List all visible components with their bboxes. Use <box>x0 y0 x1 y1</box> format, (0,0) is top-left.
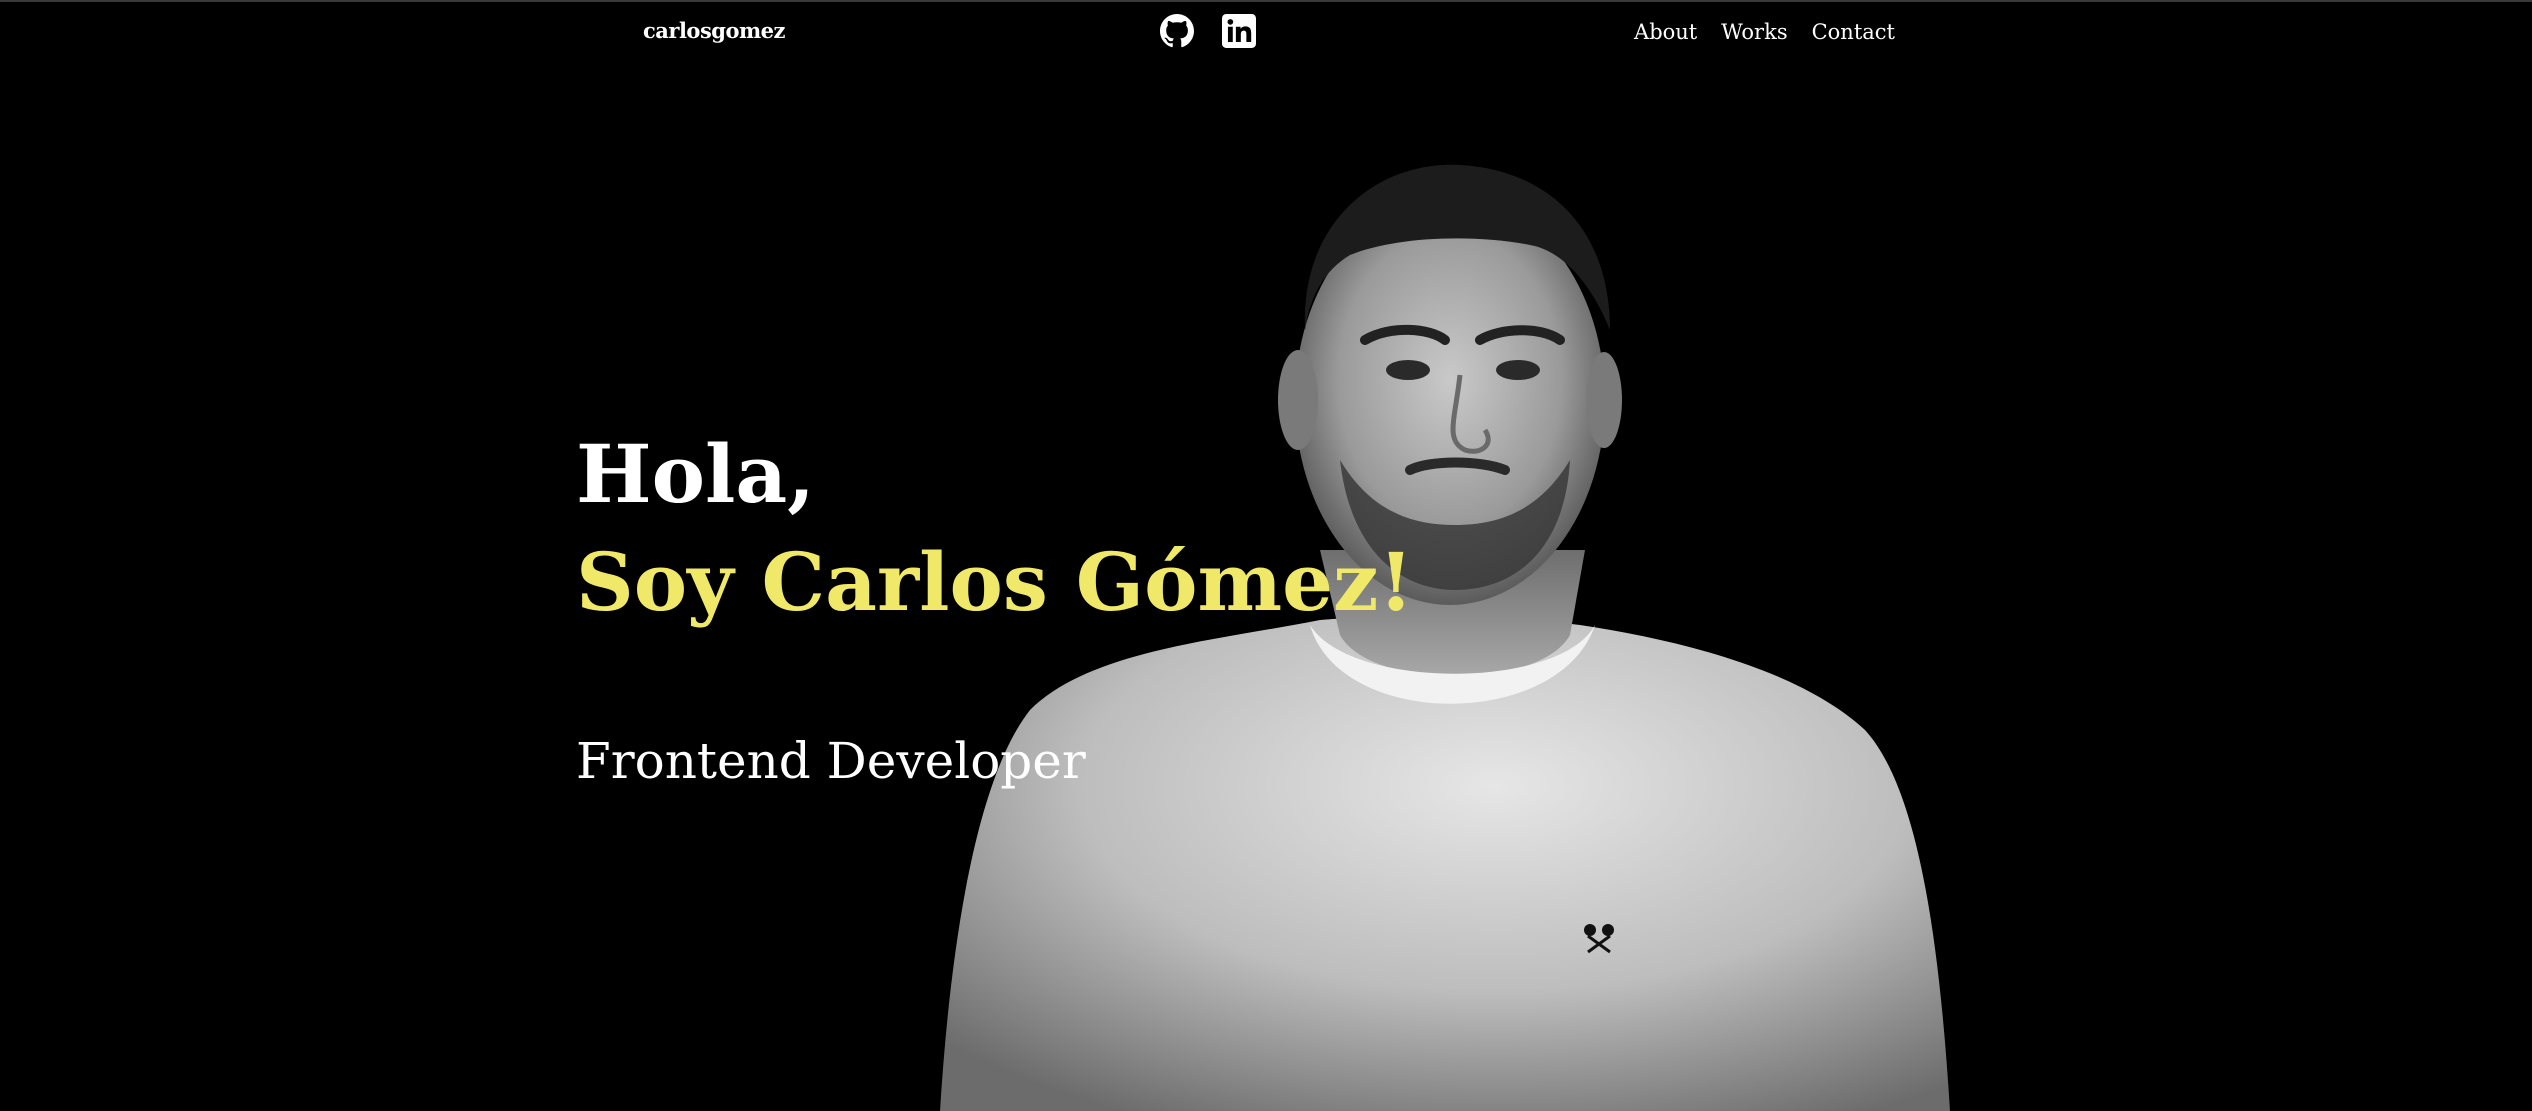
linkedin-link[interactable] <box>1222 14 1256 48</box>
nav-works[interactable]: Works <box>1721 20 1787 44</box>
hero-greeting: Hola, <box>576 427 816 521</box>
hero-role: Frontend Developer <box>576 732 1086 790</box>
linkedin-icon <box>1222 14 1256 48</box>
main-nav: About Works Contact <box>1634 20 1895 44</box>
hero-section: Hola, Soy Carlos Gómez! Frontend Develop… <box>576 434 1414 786</box>
social-links <box>1160 14 1256 48</box>
brand-logo[interactable]: carlosgomez <box>643 18 785 43</box>
nav-contact[interactable]: Contact <box>1812 20 1895 44</box>
github-icon <box>1160 14 1194 48</box>
top-border <box>0 0 2532 2</box>
nav-about[interactable]: About <box>1634 20 1697 44</box>
hero-name: Soy Carlos Gómez! <box>576 535 1414 629</box>
github-link[interactable] <box>1160 14 1194 48</box>
